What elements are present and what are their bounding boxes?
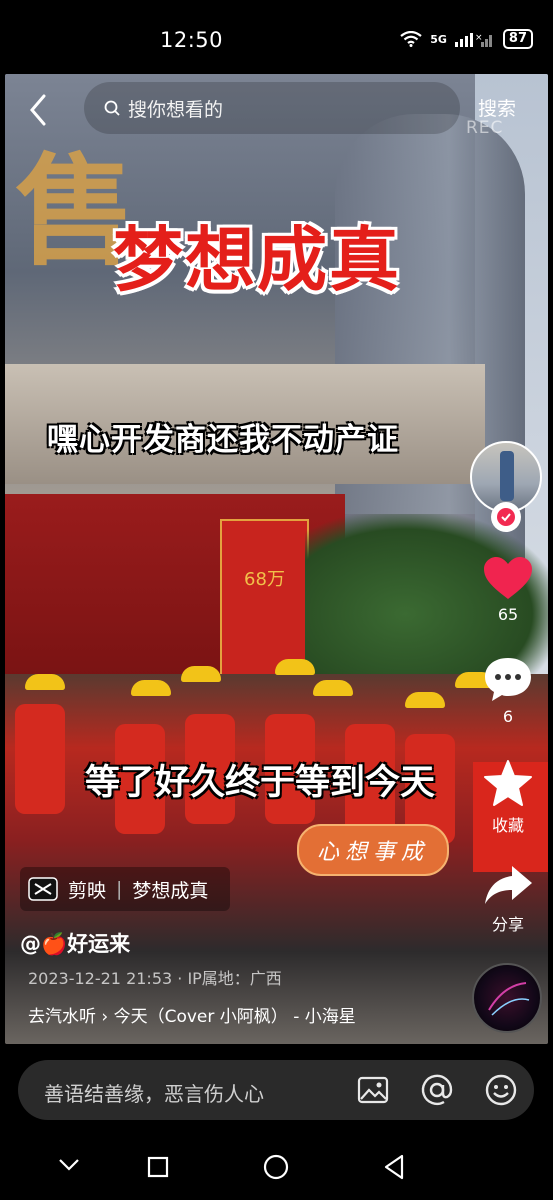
search-button[interactable]: 搜索 — [478, 94, 516, 121]
person-cap — [181, 666, 221, 682]
music-disc-art-icon — [488, 982, 530, 1016]
home-circle-icon[interactable] — [263, 1154, 289, 1180]
person-cap — [131, 680, 171, 696]
person-cap — [275, 659, 315, 675]
video-headline: 梦想成真 — [113, 219, 401, 301]
pillar-text: 68万 — [244, 569, 285, 590]
chevron-down-icon[interactable] — [58, 1158, 80, 1172]
comment-placeholder: 善语结善缘，恶言伤人心 — [44, 1082, 264, 1106]
avatar-figure — [500, 451, 514, 501]
share-button[interactable]: 分享 — [478, 863, 538, 935]
favorite-button[interactable]: 收藏 — [478, 758, 538, 836]
author-name[interactable]: @🍎好运来 — [20, 928, 130, 958]
capcut-icon — [28, 877, 58, 901]
system-nav-bar — [0, 1130, 553, 1200]
capcut-template-chip[interactable]: 剪映 | 梦想成真 — [20, 867, 230, 911]
comment-count: 6 — [502, 707, 514, 726]
capcut-app-label: 剪映 — [68, 879, 107, 902]
chevron-left-icon — [30, 94, 46, 126]
back-button[interactable] — [24, 92, 54, 128]
heart-icon — [484, 557, 532, 599]
status-bar: 12:50 5G × 87 — [0, 0, 553, 72]
like-button[interactable]: 65 — [478, 555, 538, 624]
status-icons: 5G × 87 — [400, 29, 533, 49]
rec-label: REC — [466, 118, 504, 138]
follow-button[interactable] — [491, 502, 521, 532]
music-disc[interactable] — [472, 963, 542, 1033]
network-label: 5G — [430, 32, 447, 46]
video-sticker: 心想事成 — [297, 824, 449, 876]
search-icon — [104, 100, 120, 116]
image-picker-button[interactable] — [356, 1073, 390, 1107]
follow-check-icon — [497, 508, 515, 526]
star-icon — [484, 760, 532, 806]
back-triangle-icon[interactable] — [382, 1154, 406, 1180]
wifi-icon — [400, 31, 422, 47]
capcut-template-label: 梦想成真 — [132, 879, 209, 902]
image-icon — [357, 1076, 389, 1104]
share-arrow-icon — [485, 866, 532, 904]
favorite-label: 收藏 — [491, 816, 524, 835]
like-count: 65 — [497, 605, 519, 624]
status-time: 12:50 — [160, 28, 224, 52]
at-sign-icon — [421, 1074, 453, 1106]
svg-text:×: × — [475, 33, 483, 43]
video-caption-middle: 等了好久终于等到今天 — [85, 763, 436, 803]
signal-icon: × — [454, 33, 492, 47]
search-input[interactable]: 搜你想看的 — [84, 82, 460, 134]
battery-indicator: 87 — [502, 29, 533, 49]
share-label: 分享 — [491, 915, 524, 934]
chip-divider: | — [116, 878, 123, 900]
post-meta: 2023-12-21 21:53 · IP属地：广西 — [28, 969, 282, 988]
video-caption-top: 嘿心开发商还我不动产证 — [47, 422, 399, 458]
person-vest — [15, 704, 65, 814]
comment-button[interactable]: 6 — [478, 655, 538, 726]
emoji-button[interactable] — [484, 1073, 518, 1107]
mention-button[interactable] — [420, 1073, 454, 1107]
person-cap — [25, 674, 65, 690]
comment-icon — [485, 658, 531, 701]
person-cap — [405, 692, 445, 708]
search-placeholder: 搜你想看的 — [128, 98, 224, 121]
music-link[interactable]: 去汽水听 › 今天（Cover 小阿枫） - 小海星 — [28, 1002, 356, 1027]
recents-square-icon[interactable] — [147, 1156, 169, 1178]
person-cap — [313, 680, 353, 696]
smiley-icon — [485, 1074, 517, 1106]
